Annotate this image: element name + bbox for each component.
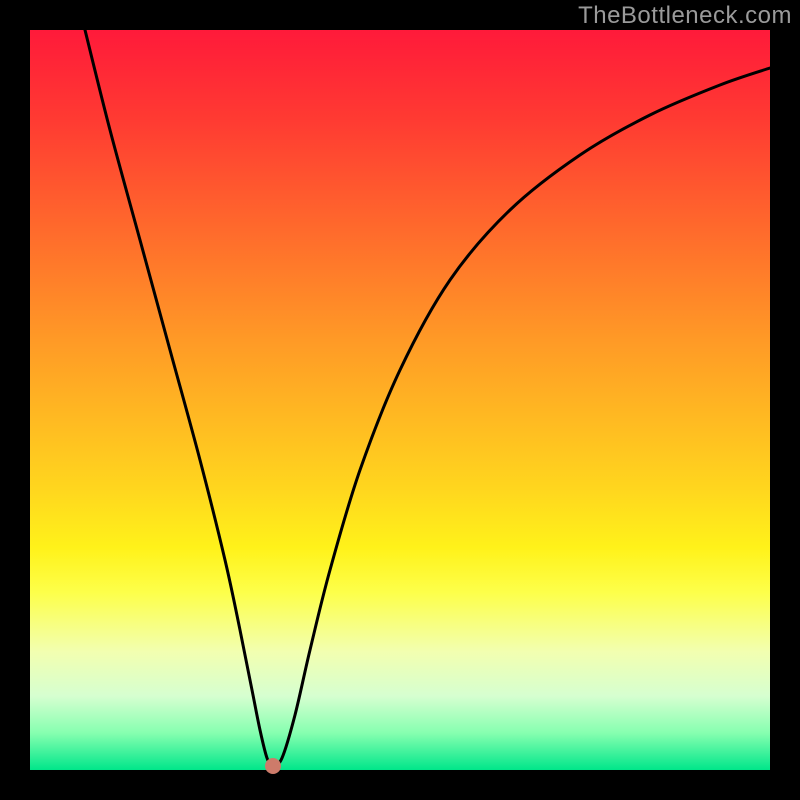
- outer-frame: TheBottleneck.com: [0, 0, 800, 800]
- watermark-text: TheBottleneck.com: [578, 2, 792, 30]
- minimum-marker: [265, 758, 281, 774]
- curve-layer: [30, 30, 770, 770]
- bottleneck-curve: [85, 30, 770, 766]
- plot-area: [30, 30, 770, 770]
